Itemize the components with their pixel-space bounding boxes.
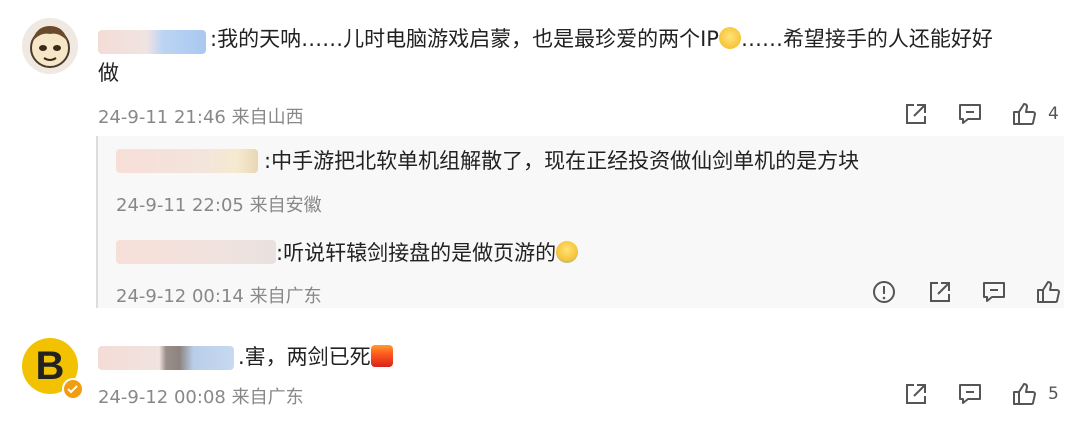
comment-meta: 24-9-11 21:46 来自山西 bbox=[98, 107, 304, 128]
like-icon[interactable] bbox=[1010, 100, 1038, 128]
comment-text: .害，两剑已死 bbox=[238, 340, 393, 374]
comment-icon[interactable] bbox=[956, 100, 984, 128]
comment-icon[interactable] bbox=[980, 278, 1008, 306]
username-redacted[interactable] bbox=[98, 346, 234, 370]
reply-meta: 24-9-12 00:14 来自广东 bbox=[116, 286, 322, 307]
report-icon[interactable] bbox=[870, 278, 898, 306]
reply-text: :听说轩辕剑接盘的是做页游的 bbox=[276, 236, 579, 270]
grin-emoji-icon bbox=[718, 27, 741, 49]
share-icon[interactable] bbox=[902, 100, 930, 128]
share-icon[interactable] bbox=[926, 278, 954, 306]
candle-emoji-icon bbox=[370, 345, 393, 367]
comment-icon[interactable] bbox=[956, 380, 984, 408]
reply-username-redacted[interactable] bbox=[116, 149, 258, 173]
verified-badge-icon bbox=[62, 378, 84, 400]
laugh-cry-emoji-icon bbox=[556, 241, 579, 263]
comment-meta: 24-9-12 00:08 来自广东 bbox=[98, 387, 304, 408]
like-count: 5 bbox=[1048, 384, 1059, 404]
comment-text: :我的天呐……儿时电脑游戏启蒙，也是最珍爱的两个IP ……希望接手的人还能好好 bbox=[210, 27, 993, 51]
avatar[interactable] bbox=[22, 18, 78, 74]
avatar-letter: B bbox=[35, 344, 65, 388]
share-icon[interactable] bbox=[902, 380, 930, 408]
like-icon[interactable] bbox=[1034, 278, 1062, 306]
comment-text-line2: 做 bbox=[98, 61, 119, 85]
reply-meta: 24-9-11 22:05 来自安徽 bbox=[116, 195, 322, 216]
like-count: 4 bbox=[1048, 104, 1059, 124]
username-redacted[interactable] bbox=[98, 30, 206, 54]
reply-username-redacted[interactable] bbox=[116, 240, 276, 264]
like-icon[interactable] bbox=[1010, 380, 1038, 408]
reply-text: :中手游把北软单机组解散了，现在正经投资做仙剑单机的是方块 bbox=[264, 149, 860, 173]
